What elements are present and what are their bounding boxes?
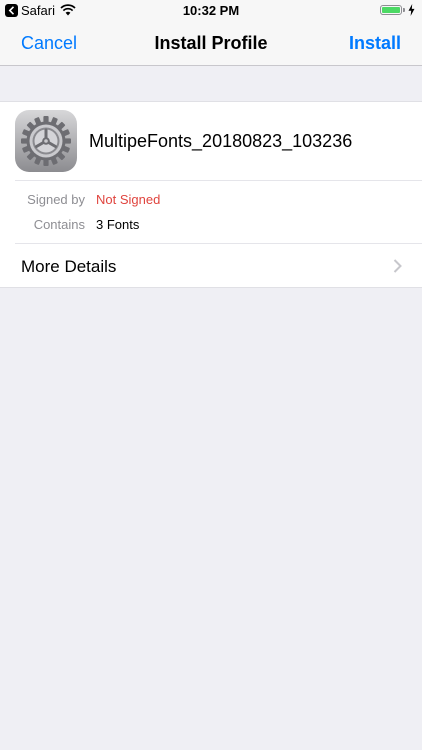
battery-icon — [380, 5, 402, 15]
install-button[interactable]: Install — [349, 33, 401, 54]
profile-name: MultipeFonts_20180823_103236 — [89, 131, 353, 151]
more-details-label: More Details — [21, 257, 117, 276]
contains-value: 3 Fonts — [96, 217, 140, 232]
more-details-row[interactable]: More Details — [0, 244, 422, 288]
status-time: 10:32 PM — [182, 3, 240, 18]
charging-bolt-icon — [408, 4, 415, 19]
signed-by-label: Signed by — [27, 192, 85, 207]
contains-label: Contains — [33, 217, 85, 232]
battery-cap — [403, 8, 405, 12]
profile-card: MultipeFonts_20180823_103236 Signed by N… — [0, 101, 422, 288]
chevron-right-icon — [393, 259, 402, 278]
settings-gear-icon — [15, 110, 77, 172]
signed-by-value: Not Signed — [96, 192, 161, 207]
divider — [15, 180, 422, 181]
battery-fill — [382, 7, 400, 13]
status-bar: Safari 10:32 PM — [0, 0, 422, 22]
navigation-bar: Cancel Install Profile Install — [0, 22, 422, 66]
